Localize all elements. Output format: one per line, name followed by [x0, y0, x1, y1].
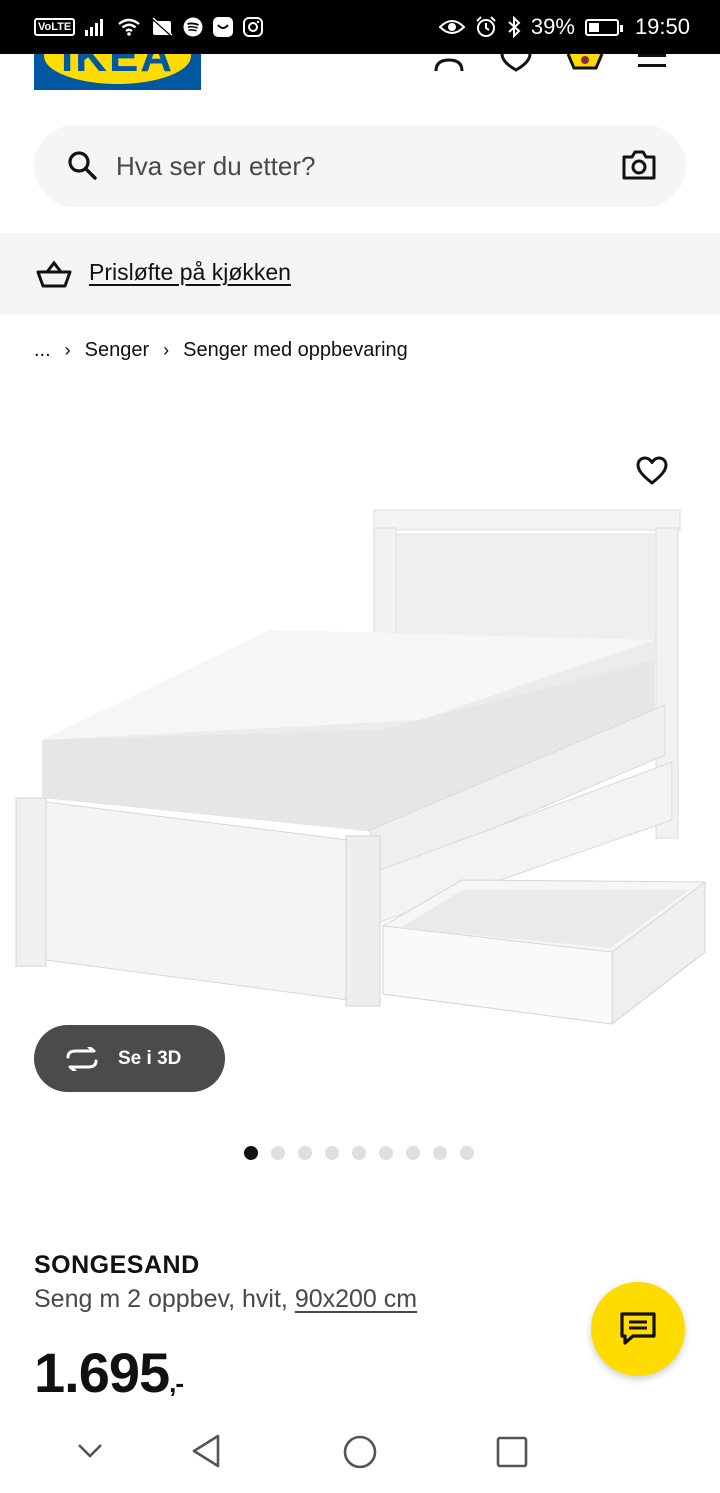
product-description-text: Seng m 2 oppbev, hvit,	[34, 1285, 288, 1313]
site-header: IKEA	[0, 54, 720, 104]
notification-off-icon	[151, 17, 174, 37]
eye-comfort-icon	[438, 20, 465, 34]
view-in-3d-label: Se i 3D	[118, 1047, 182, 1069]
chat-button[interactable]	[591, 1282, 685, 1376]
price-main: 1.695	[34, 1341, 170, 1404]
carousel-dot[interactable]	[352, 1146, 366, 1160]
carousel-dot[interactable]	[325, 1146, 339, 1160]
chat-icon	[620, 1312, 656, 1345]
carousel-indicator	[244, 1146, 474, 1160]
product-price: 1.695,-	[34, 1340, 184, 1405]
product-image-gallery[interactable]: Se i 3D	[0, 400, 720, 1130]
promo-link[interactable]: Prisløfte på kjøkken	[89, 259, 291, 286]
carousel-dot[interactable]	[271, 1146, 285, 1160]
product-name: SONGESAND	[34, 1251, 200, 1279]
status-bar: VoLTE 39% 19:50	[0, 0, 720, 54]
chevron-right-icon: ›	[64, 340, 71, 360]
back-icon[interactable]	[190, 1434, 222, 1468]
product-size-link[interactable]: 90x200 cm	[295, 1285, 417, 1313]
wifi-icon	[118, 18, 140, 36]
view-in-3d-button[interactable]: Se i 3D	[34, 1025, 225, 1092]
bluetooth-icon	[508, 16, 521, 38]
product-description: Seng m 2 oppbev, hvit, 90x200 cm	[34, 1285, 417, 1314]
battery-icon	[584, 18, 623, 36]
camera-search-icon[interactable]	[622, 149, 656, 181]
battery-percent: 39%	[530, 14, 575, 39]
search-bar[interactable]: Hva ser du etter?	[34, 125, 686, 207]
heart-icon[interactable]	[500, 54, 532, 72]
chevron-right-icon: ›	[163, 340, 170, 360]
signal-icon	[85, 19, 104, 36]
promo-banner: Prisløfte på kjøkken	[0, 233, 720, 315]
clock: 19:50	[634, 14, 690, 39]
volte-badge: VoLTE	[34, 18, 76, 36]
spotify-icon	[183, 17, 203, 37]
hide-keyboard-chevron-down-icon[interactable]	[76, 1442, 104, 1460]
breadcrumb: ... › Senger › Senger med oppbevaring	[34, 339, 408, 362]
search-icon	[68, 151, 97, 180]
recents-icon[interactable]	[496, 1436, 528, 1468]
price-suffix: ,-	[169, 1368, 184, 1398]
carousel-dot[interactable]	[298, 1146, 312, 1160]
home-icon[interactable]	[342, 1434, 378, 1470]
search-input[interactable]: Hva ser du etter?	[116, 151, 315, 182]
app-notification-icon	[213, 17, 234, 37]
breadcrumb-item-senger-med-oppbevaring[interactable]: Senger med oppbevaring	[183, 339, 408, 362]
menu-icon[interactable]	[638, 54, 668, 72]
rotate-3d-icon	[66, 1046, 98, 1071]
system-nav-bar	[0, 1408, 720, 1493]
bed-image	[15, 509, 706, 1026]
alarm-icon	[476, 16, 496, 37]
breadcrumb-item-senger[interactable]: Senger	[85, 339, 150, 362]
carousel-dot[interactable]	[460, 1146, 474, 1160]
ikea-logo[interactable]: IKEA	[34, 54, 201, 90]
cart-icon[interactable]	[566, 54, 604, 72]
carousel-dot[interactable]	[244, 1146, 258, 1160]
instagram-icon	[243, 17, 264, 37]
profile-icon[interactable]	[432, 54, 466, 72]
favorite-heart-icon[interactable]	[636, 456, 668, 486]
basket-icon	[36, 260, 72, 288]
breadcrumb-ellipsis[interactable]: ...	[34, 339, 51, 362]
carousel-dot[interactable]	[406, 1146, 420, 1160]
carousel-dot[interactable]	[433, 1146, 447, 1160]
carousel-dot[interactable]	[379, 1146, 393, 1160]
